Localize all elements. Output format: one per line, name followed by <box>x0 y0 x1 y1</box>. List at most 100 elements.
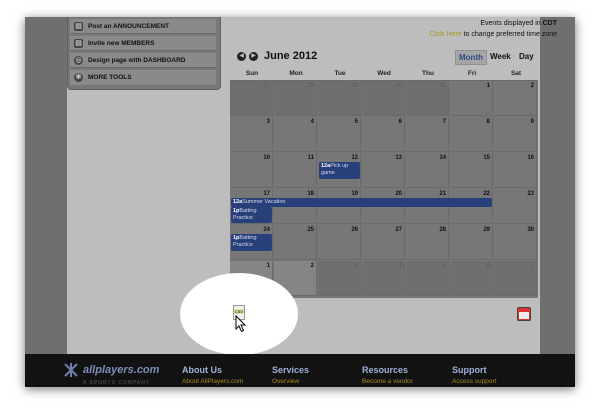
day-number: 4 <box>398 263 402 269</box>
month-grid: 27 28 29 30 31 1 2 3 4 5 6 7 8 9 10 11 12 13 14 15 16 17 18 19 2… <box>230 80 538 298</box>
menu-label: Post an ANNOUNCEMENT <box>88 22 170 30</box>
footer-link[interactable]: About AllPlayers.com <box>182 378 243 385</box>
allplayers-logo[interactable]: allplayers.com <box>63 362 159 378</box>
day-cell[interactable]: 5 <box>318 117 361 152</box>
menu-more-tools[interactable]: ✱ MORE TOOLS <box>70 70 216 85</box>
day-cell[interactable]: 14 <box>406 153 449 188</box>
day-number: 15 <box>483 155 490 161</box>
day-number: 27 <box>263 83 270 89</box>
day-number: 1 <box>266 263 270 269</box>
day-number: 27 <box>395 227 402 233</box>
day-number: 21 <box>439 191 446 197</box>
day-number: 13 <box>395 155 402 161</box>
site-footer: allplayers.com A SPORTS COMPANY About Us… <box>25 354 575 387</box>
timezone-suffix: to change preferred time zone <box>461 31 557 38</box>
day-cell[interactable]: 4 <box>274 117 317 152</box>
calendar-event[interactable]: 12aPick up game <box>319 162 360 179</box>
day-number: 28 <box>307 83 314 89</box>
day-number: 14 <box>439 155 446 161</box>
day-cell[interactable]: 11 <box>274 153 317 188</box>
prev-month-icon[interactable]: ◀ <box>237 51 246 61</box>
day-cell[interactable]: 28 <box>406 225 449 260</box>
tab-month[interactable]: Month <box>455 50 487 65</box>
left-gutter <box>25 17 67 354</box>
day-cell[interactable]: 3 <box>318 261 361 296</box>
day-cell[interactable]: 9 <box>494 117 537 152</box>
logo-text: allplayers.com <box>83 364 160 376</box>
calendar-event[interactable]: 12aSummer Vacation <box>231 198 492 207</box>
day-cell[interactable]: 28 <box>274 81 317 116</box>
day-cell[interactable]: 8 <box>450 117 493 152</box>
footer-link[interactable]: Access support <box>452 378 496 385</box>
footer-heading[interactable]: Resources <box>362 365 413 375</box>
day-cell[interactable]: 29 <box>450 225 493 260</box>
day-number: 28 <box>439 227 446 233</box>
day-number: 1 <box>486 83 490 89</box>
tab-day[interactable]: Day <box>516 50 537 63</box>
footer-column-services: Services Overview <box>272 365 309 385</box>
day-cell[interactable]: 27 <box>230 81 273 116</box>
change-timezone-link[interactable]: Click Here <box>429 31 461 38</box>
menu-design-dashboard[interactable]: ◎ Design page with DASHBOARD <box>70 53 216 68</box>
menu-invite-members[interactable]: ▤ Invite new MEMBERS <box>70 36 216 51</box>
footer-link[interactable]: Overview <box>272 378 309 385</box>
calendar-export-icon[interactable] <box>517 307 531 321</box>
day-cell[interactable]: 4 <box>362 261 405 296</box>
footer-column-resources: Resources Become a vendor <box>362 365 413 385</box>
day-number: 7 <box>442 119 446 125</box>
day-cell[interactable]: 30 <box>494 225 537 260</box>
day-cell[interactable]: 1 <box>450 81 493 116</box>
footer-heading[interactable]: Support <box>452 365 496 375</box>
day-number: 26 <box>351 227 358 233</box>
calendar-event[interactable]: 1pBatting Practice <box>231 234 272 251</box>
day-number: 11 <box>307 155 314 161</box>
next-month-icon[interactable]: ▶ <box>249 51 258 61</box>
day-number: 10 <box>263 155 270 161</box>
menu-label: Design page with DASHBOARD <box>88 56 186 64</box>
day-number: 3 <box>354 263 358 269</box>
day-number: 19 <box>351 191 358 197</box>
footer-link[interactable]: Become a vendor <box>362 378 413 385</box>
day-number: 8 <box>486 119 490 125</box>
day-name: Thu <box>422 70 434 77</box>
day-number: 12 <box>351 155 358 161</box>
day-cell[interactable]: 29 <box>318 81 361 116</box>
day-number: 9 <box>530 119 534 125</box>
menu-label: Invite new MEMBERS <box>88 39 155 47</box>
day-cell[interactable]: 10 <box>230 153 273 188</box>
day-cell[interactable]: 7 <box>406 117 449 152</box>
event-title: Summer Vacation <box>242 199 286 205</box>
invite-icon: ▤ <box>74 38 83 48</box>
day-cell[interactable]: 6 <box>450 261 493 296</box>
day-cell[interactable]: 7 <box>494 261 537 296</box>
day-cell[interactable]: 25 <box>274 225 317 260</box>
menu-label: MORE TOOLS <box>88 74 132 81</box>
day-number: 6 <box>486 263 490 269</box>
day-cell[interactable]: 13 <box>362 153 405 188</box>
calendar-event[interactable]: 1pBatting Practice <box>231 207 272 223</box>
day-cell[interactable]: 31 <box>406 81 449 116</box>
right-gutter <box>540 17 575 354</box>
day-cell[interactable]: 5 <box>406 261 449 296</box>
day-cell[interactable]: 6 <box>362 117 405 152</box>
day-cell[interactable]: 30 <box>362 81 405 116</box>
day-name: Sat <box>510 70 522 77</box>
day-cell[interactable]: 16 <box>494 153 537 188</box>
menu-post-announcement[interactable]: ▤ Post an ANNOUNCEMENT <box>70 19 216 34</box>
day-name: Tue <box>334 70 346 77</box>
footer-heading[interactable]: Services <box>272 365 309 375</box>
day-cell[interactable]: 26 <box>318 225 361 260</box>
day-number: 2 <box>530 83 534 89</box>
event-time: 12a <box>321 163 331 169</box>
timezone-notice: Events displayed in CDT <box>480 20 557 27</box>
day-cell[interactable]: 2 <box>494 81 537 116</box>
day-name: Fri <box>467 70 477 77</box>
day-cell[interactable]: 23 <box>494 189 537 224</box>
day-number: 17 <box>263 191 270 197</box>
day-cell[interactable]: 15 <box>450 153 493 188</box>
day-cell[interactable]: 3 <box>230 117 273 152</box>
day-cell[interactable]: 27 <box>362 225 405 260</box>
event-time: 12a <box>233 199 243 205</box>
footer-heading[interactable]: About Us <box>182 365 243 375</box>
tab-week[interactable]: Week <box>487 50 514 63</box>
